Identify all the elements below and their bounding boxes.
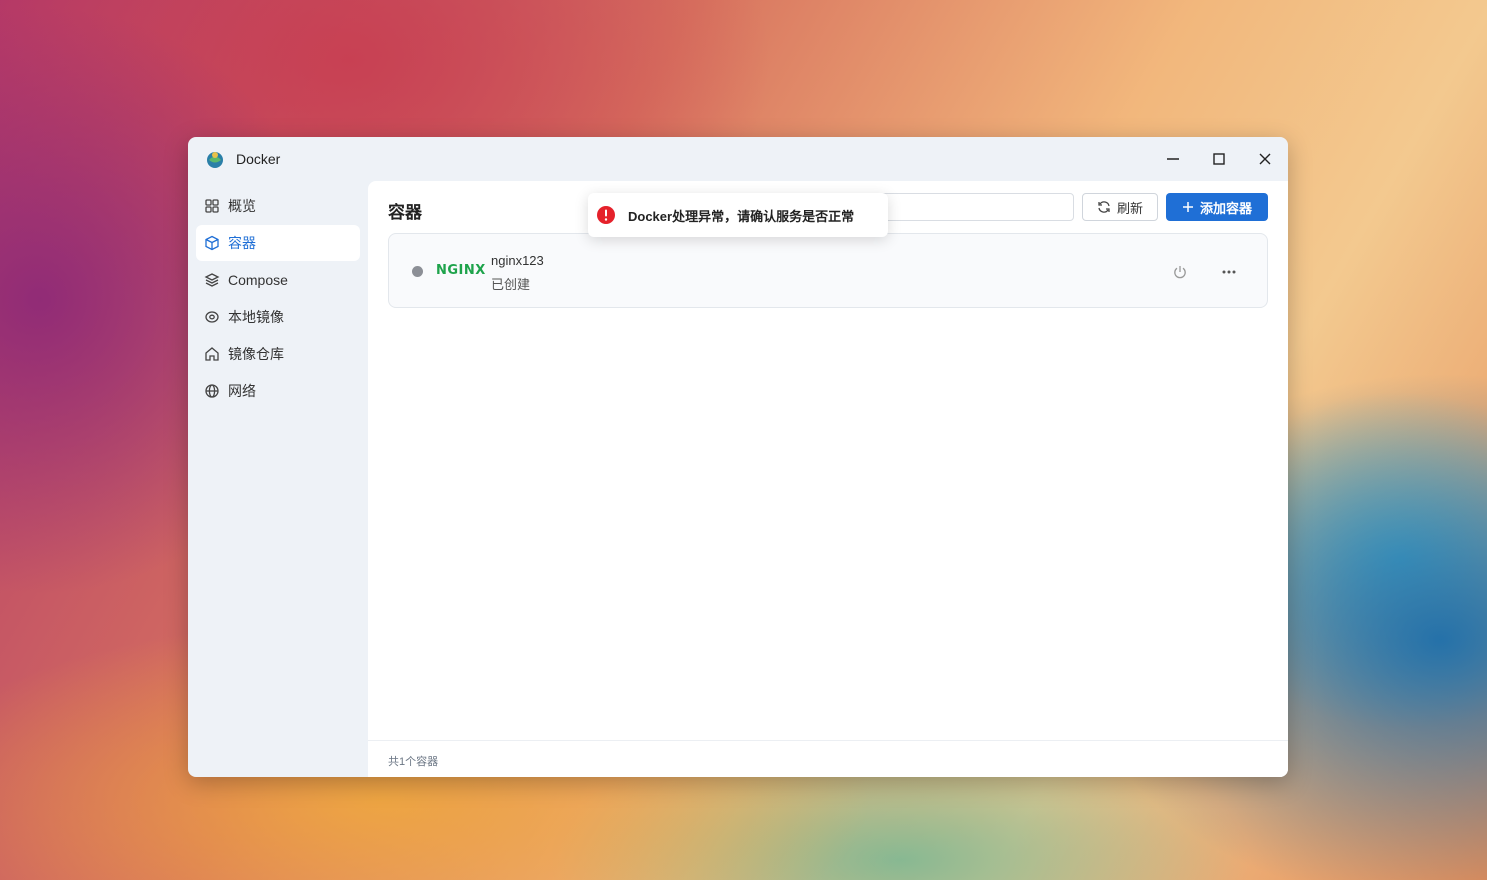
status-dot	[412, 266, 423, 277]
globe-icon	[204, 383, 220, 399]
minimize-button[interactable]	[1156, 145, 1190, 173]
close-icon	[1259, 153, 1271, 165]
toast-message: Docker处理异常，请确认服务是否正常	[628, 208, 855, 224]
error-icon	[596, 205, 616, 225]
docker-app-icon	[205, 149, 225, 169]
sidebar-item-network[interactable]: 网络	[196, 373, 360, 409]
grid-icon	[204, 198, 220, 214]
search-input[interactable]	[868, 193, 1074, 221]
more-icon	[1222, 270, 1236, 274]
add-container-label: 添加容器	[1199, 200, 1252, 216]
sidebar-item-registry[interactable]: 镜像仓库	[196, 336, 360, 372]
window-title: Docker	[236, 151, 281, 167]
sidebar-item-label: 网络	[228, 383, 256, 399]
power-icon	[1174, 266, 1186, 279]
disc-icon	[204, 309, 220, 325]
error-toast: Docker处理异常，请确认服务是否正常	[588, 193, 888, 237]
sidebar-item-local-images[interactable]: 本地镜像	[196, 299, 360, 335]
close-button[interactable]	[1248, 145, 1282, 173]
maximize-button[interactable]	[1202, 145, 1236, 173]
refresh-icon	[1098, 201, 1110, 213]
maximize-icon	[1213, 153, 1225, 165]
sidebar-item-label: 镜像仓库	[228, 346, 284, 362]
container-card[interactable]: NGINX nginx123 已创建	[388, 233, 1268, 308]
layers-icon	[204, 272, 220, 288]
home-icon	[204, 346, 220, 362]
page-title: 容器	[388, 203, 422, 222]
footer: 共1个容器	[368, 740, 1288, 777]
sidebar-item-containers[interactable]: 容器	[196, 225, 360, 261]
plus-icon	[1182, 202, 1193, 212]
sidebar: 概览 容器 Compose 本地镜像 镜像仓库 网络	[188, 181, 368, 777]
sidebar-item-overview[interactable]: 概览	[196, 188, 360, 224]
power-button[interactable]	[1169, 261, 1191, 283]
sidebar-item-label: 概览	[228, 198, 256, 214]
cube-icon	[204, 235, 220, 251]
nginx-logo: NGINX	[436, 263, 486, 278]
container-status: 已创建	[491, 277, 531, 292]
minimize-icon	[1167, 158, 1179, 160]
more-options-button[interactable]	[1217, 261, 1241, 283]
sidebar-item-compose[interactable]: Compose	[196, 262, 360, 298]
titlebar[interactable]: Docker	[188, 137, 1288, 181]
container-name: nginx123	[491, 253, 544, 268]
refresh-label: 刷新	[1116, 200, 1143, 216]
main-panel: 容器 刷新 添加容器 NGINX nginx123 已创建 共1个容器	[368, 181, 1288, 777]
add-container-button[interactable]: 添加容器	[1166, 193, 1268, 221]
sidebar-item-label: 本地镜像	[228, 309, 284, 325]
sidebar-item-label: 容器	[228, 235, 256, 251]
container-count: 共1个容器	[388, 756, 439, 768]
sidebar-item-label: Compose	[228, 272, 288, 288]
refresh-button[interactable]: 刷新	[1082, 193, 1158, 221]
